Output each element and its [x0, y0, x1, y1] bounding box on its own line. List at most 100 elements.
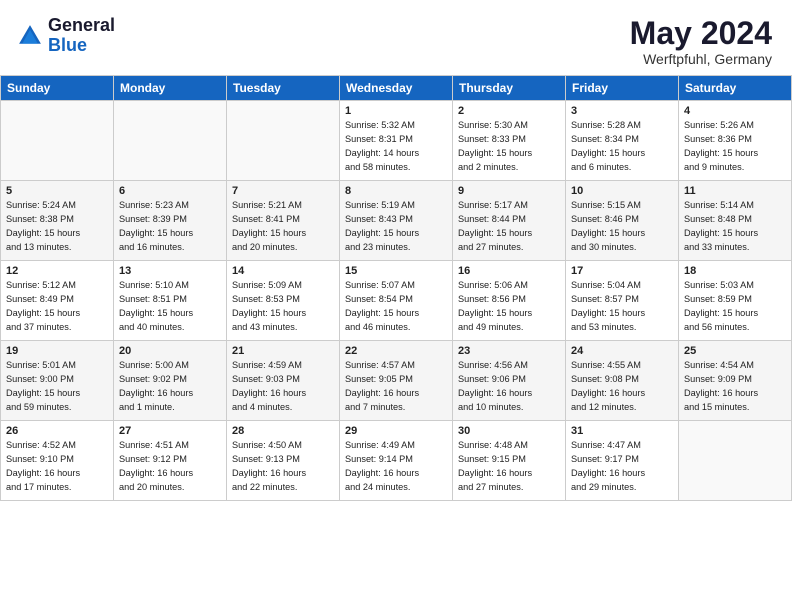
day-info: Sunrise: 4:47 AMSunset: 9:17 PMDaylight:…	[571, 439, 673, 494]
day-number: 29	[345, 425, 447, 437]
day-cell-17: 17 Sunrise: 5:04 AMSunset: 8:57 PMDayligh…	[566, 261, 679, 341]
day-number: 19	[6, 345, 108, 357]
day-info: Sunrise: 4:48 AMSunset: 9:15 PMDaylight:…	[458, 439, 560, 494]
day-cell-21: 21 Sunrise: 4:59 AMSunset: 9:03 PMDayligh…	[227, 341, 340, 421]
day-cell-27: 27Sunrise: 4:51 AMSunset: 9:12 PMDayligh…	[114, 421, 227, 501]
day-number: 1	[345, 105, 447, 117]
day-header-saturday: Saturday	[679, 76, 792, 101]
week-row-2: 5 Sunrise: 5:24 AMSunset: 8:38 PMDaylight…	[1, 181, 792, 261]
title-block: May 2024 Werftpfuhl, Germany	[630, 16, 772, 67]
logo-general: General	[48, 15, 115, 35]
day-info: Sunrise: 5:32 AMSunset: 8:31 PMDaylight:…	[345, 119, 447, 174]
day-header-sunday: Sunday	[1, 76, 114, 101]
day-cell-5: 5 Sunrise: 5:24 AMSunset: 8:38 PMDaylight…	[1, 181, 114, 261]
day-number: 14	[232, 265, 334, 277]
day-info: Sunrise: 5:06 AMSunset: 8:56 PMDaylight:…	[458, 279, 560, 334]
day-info: Sunrise: 4:57 AMSunset: 9:05 PMDaylight:…	[345, 359, 447, 414]
day-number: 21	[232, 345, 334, 357]
day-cell-12: 12 Sunrise: 5:12 AMSunset: 8:49 PMDayligh…	[1, 261, 114, 341]
day-info: Sunrise: 5:00 AMSunset: 9:02 PMDaylight:…	[119, 359, 221, 414]
day-cell-19: 19 Sunrise: 5:01 AMSunset: 9:00 PMDayligh…	[1, 341, 114, 421]
day-number: 23	[458, 345, 560, 357]
day-number: 11	[684, 185, 786, 197]
logo-icon	[16, 22, 44, 50]
day-number: 9	[458, 185, 560, 197]
empty-cell	[114, 101, 227, 181]
calendar-title: May 2024	[630, 16, 772, 51]
day-info: Sunrise: 5:24 AMSunset: 8:38 PMDaylight:…	[6, 199, 108, 254]
week-row-1: 1 Sunrise: 5:32 AMSunset: 8:31 PMDaylight…	[1, 101, 792, 181]
day-info: Sunrise: 5:15 AMSunset: 8:46 PMDaylight:…	[571, 199, 673, 254]
day-cell-4: 4 Sunrise: 5:26 AMSunset: 8:36 PMDaylight…	[679, 101, 792, 181]
week-row-3: 12 Sunrise: 5:12 AMSunset: 8:49 PMDayligh…	[1, 261, 792, 341]
day-cell-31: 31 Sunrise: 4:47 AMSunset: 9:17 PMDayligh…	[566, 421, 679, 501]
day-info: Sunrise: 4:55 AMSunset: 9:08 PMDaylight:…	[571, 359, 673, 414]
day-info: Sunrise: 4:59 AMSunset: 9:03 PMDaylight:…	[232, 359, 334, 414]
day-number: 8	[345, 185, 447, 197]
day-cell-30: 30 Sunrise: 4:48 AMSunset: 9:15 PMDayligh…	[453, 421, 566, 501]
day-info: Sunrise: 5:19 AMSunset: 8:43 PMDaylight:…	[345, 199, 447, 254]
page: General Blue May 2024 Werftpfuhl, German…	[0, 0, 792, 612]
day-info: Sunrise: 5:17 AMSunset: 8:44 PMDaylight:…	[458, 199, 560, 254]
day-number: 25	[684, 345, 786, 357]
header: General Blue May 2024 Werftpfuhl, German…	[0, 0, 792, 75]
empty-cell	[679, 421, 792, 501]
day-number: 26	[6, 425, 108, 437]
day-header-thursday: Thursday	[453, 76, 566, 101]
day-number: 6	[119, 185, 221, 197]
day-info: Sunrise: 5:07 AMSunset: 8:54 PMDaylight:…	[345, 279, 447, 334]
day-info: Sunrise: 4:50 AMSunset: 9:13 PMDaylight:…	[232, 439, 334, 494]
day-number: 22	[345, 345, 447, 357]
day-cell-28: 28 Sunrise: 4:50 AMSunset: 9:13 PMDayligh…	[227, 421, 340, 501]
day-cell-18: 18Sunrise: 5:03 AMSunset: 8:59 PMDayligh…	[679, 261, 792, 341]
day-info: Sunrise: 5:09 AMSunset: 8:53 PMDaylight:…	[232, 279, 334, 334]
day-cell-26: 26 Sunrise: 4:52 AMSunset: 9:10 PMDayligh…	[1, 421, 114, 501]
day-number: 5	[6, 185, 108, 197]
day-number: 18	[684, 265, 786, 277]
day-header-monday: Monday	[114, 76, 227, 101]
day-number: 15	[345, 265, 447, 277]
calendar-subtitle: Werftpfuhl, Germany	[630, 51, 772, 67]
day-cell-6: 6 Sunrise: 5:23 AMSunset: 8:39 PMDaylight…	[114, 181, 227, 261]
day-cell-3: 3 Sunrise: 5:28 AMSunset: 8:34 PMDaylight…	[566, 101, 679, 181]
day-number: 4	[684, 105, 786, 117]
day-number: 30	[458, 425, 560, 437]
day-number: 7	[232, 185, 334, 197]
day-info: Sunrise: 5:21 AMSunset: 8:41 PMDaylight:…	[232, 199, 334, 254]
calendar-table: SundayMondayTuesdayWednesdayThursdayFrid…	[0, 75, 792, 501]
day-info: Sunrise: 5:14 AMSunset: 8:48 PMDaylight:…	[684, 199, 786, 254]
day-cell-23: 23Sunrise: 4:56 AMSunset: 9:06 PMDayligh…	[453, 341, 566, 421]
day-cell-8: 8 Sunrise: 5:19 AMSunset: 8:43 PMDaylight…	[340, 181, 453, 261]
day-number: 31	[571, 425, 673, 437]
day-cell-1: 1 Sunrise: 5:32 AMSunset: 8:31 PMDaylight…	[340, 101, 453, 181]
day-number: 16	[458, 265, 560, 277]
day-info: Sunrise: 4:51 AMSunset: 9:12 PMDaylight:…	[119, 439, 221, 494]
week-row-4: 19 Sunrise: 5:01 AMSunset: 9:00 PMDayligh…	[1, 341, 792, 421]
day-number: 17	[571, 265, 673, 277]
day-number: 28	[232, 425, 334, 437]
day-info: Sunrise: 5:26 AMSunset: 8:36 PMDaylight:…	[684, 119, 786, 174]
day-info: Sunrise: 5:01 AMSunset: 9:00 PMDaylight:…	[6, 359, 108, 414]
day-cell-24: 24 Sunrise: 4:55 AMSunset: 9:08 PMDayligh…	[566, 341, 679, 421]
day-info: Sunrise: 5:30 AMSunset: 8:33 PMDaylight:…	[458, 119, 560, 174]
day-info: Sunrise: 4:54 AMSunset: 9:09 PMDaylight:…	[684, 359, 786, 414]
day-info: Sunrise: 4:52 AMSunset: 9:10 PMDaylight:…	[6, 439, 108, 494]
day-number: 3	[571, 105, 673, 117]
day-info: Sunrise: 5:04 AMSunset: 8:57 PMDaylight:…	[571, 279, 673, 334]
day-cell-20: 20 Sunrise: 5:00 AMSunset: 9:02 PMDayligh…	[114, 341, 227, 421]
day-number: 24	[571, 345, 673, 357]
logo-text: General Blue	[48, 16, 115, 56]
day-number: 10	[571, 185, 673, 197]
day-number: 12	[6, 265, 108, 277]
empty-cell	[227, 101, 340, 181]
day-info: Sunrise: 5:23 AMSunset: 8:39 PMDaylight:…	[119, 199, 221, 254]
day-info: Sunrise: 5:12 AMSunset: 8:49 PMDaylight:…	[6, 279, 108, 334]
day-cell-13: 13Sunrise: 5:10 AMSunset: 8:51 PMDayligh…	[114, 261, 227, 341]
empty-cell	[1, 101, 114, 181]
week-row-5: 26 Sunrise: 4:52 AMSunset: 9:10 PMDayligh…	[1, 421, 792, 501]
day-info: Sunrise: 5:28 AMSunset: 8:34 PMDaylight:…	[571, 119, 673, 174]
day-cell-29: 29Sunrise: 4:49 AMSunset: 9:14 PMDayligh…	[340, 421, 453, 501]
day-number: 2	[458, 105, 560, 117]
day-number: 20	[119, 345, 221, 357]
logo-blue: Blue	[48, 35, 87, 55]
